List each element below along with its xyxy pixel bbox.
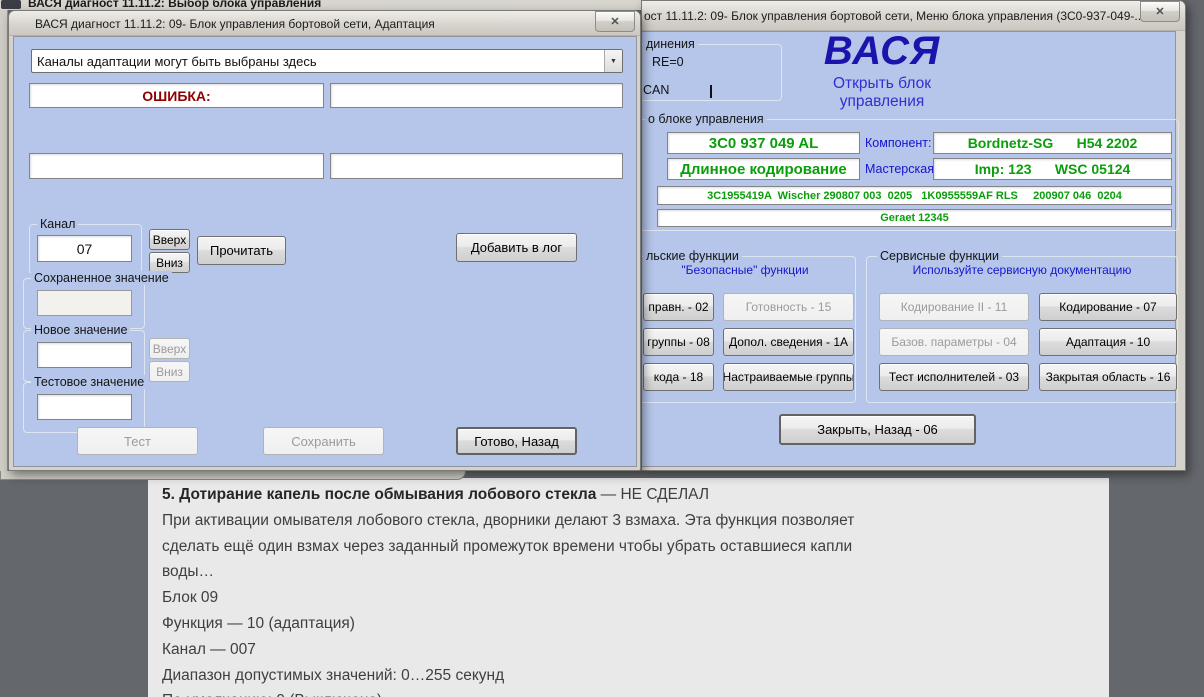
close-icon[interactable]: ✕ — [595, 11, 635, 32]
close-icon[interactable]: ✕ — [1140, 1, 1180, 22]
error-label-field: ОШИБКА: — [29, 83, 324, 108]
close-back-button[interactable]: Закрыть, Назад - 06 — [779, 414, 976, 445]
button-supported-codes-18[interactable]: кода - 18 — [643, 363, 714, 391]
open-controller-line2: управления — [787, 93, 977, 111]
channel-name-field — [29, 153, 324, 179]
extra-info-value-1: 3C1955419A Wischer 290807 003 0205 1K095… — [707, 190, 1122, 202]
button-advanced-id-1a[interactable]: Допол. сведения - 1А — [723, 328, 854, 356]
button-custom-groups[interactable]: Настраиваемые группы — [723, 363, 854, 391]
error-label: ОШИБКА: — [142, 88, 210, 104]
user-functions-group-label: льские функции — [643, 249, 742, 263]
button-coding-07[interactable]: Кодирование - 07 — [1039, 293, 1177, 321]
adaptation-channel-dropdown-value: Каналы адаптации могут быть выбраны здес… — [32, 54, 604, 69]
background-window-top-strip: ВАСЯ диагност 11.11.2: Выбор блока управ… — [0, 0, 649, 10]
document-text: 5. Дотирание капель после обмывания лобо… — [148, 478, 1109, 697]
module-menu-window: ост 11.11.2: 09- Блок управления бортово… — [641, 0, 1186, 471]
document-page: 5. Дотирание капель после обмывания лобо… — [148, 478, 1109, 697]
add-to-log-button[interactable]: Добавить в лог — [456, 233, 577, 262]
test-button: Тест — [77, 427, 198, 455]
button-meas-groups-08[interactable]: группы - 08 — [643, 328, 714, 356]
button-output-tests-03[interactable]: Тест исполнителей - 03 — [879, 363, 1029, 391]
vasya-app-icon — [1, 0, 21, 9]
cursor-bar — [710, 85, 712, 98]
new-value-group-label: Новое значение — [31, 323, 130, 337]
channel-extra-field — [330, 153, 623, 179]
module-menu-title: ост 11.11.2: 09- Блок управления бортово… — [644, 9, 1144, 23]
button-basic-settings-04: Базов. параметры - 04 — [879, 328, 1029, 356]
part-number-value: 3C0 937 049 AL — [709, 135, 819, 152]
test-value-group-label: Тестовое значение — [31, 375, 147, 389]
read-button[interactable]: Прочитать — [197, 236, 286, 265]
module-menu-titlebar[interactable]: ост 11.11.2: 09- Блок управления бортово… — [642, 1, 1185, 31]
button-security-access-16[interactable]: Закрытая область - 16 — [1039, 363, 1177, 391]
user-functions-subtitle: "Безопасные" функции — [641, 263, 855, 277]
error-value-field — [330, 83, 623, 108]
connection-bus-text: CAN — [643, 83, 669, 97]
open-controller-caption: Открыть блок управления — [787, 75, 977, 111]
workshop-field: Imp: 123 WSC 05124 — [933, 158, 1172, 180]
test-value-input[interactable] — [37, 394, 132, 420]
coding-field: Длинное кодирование — [667, 158, 860, 180]
adaptation-title: ВАСЯ диагност 11.11.2: 09- Блок управлен… — [35, 17, 435, 31]
save-button: Сохранить — [263, 427, 384, 455]
channel-down-button[interactable]: Вниз — [149, 252, 190, 273]
part-number-field: 3C0 937 049 AL — [667, 132, 860, 154]
component-value: Bordnetz-SG H54 2202 — [968, 135, 1138, 151]
adaptation-titlebar[interactable]: ВАСЯ диагност 11.11.2: 09- Блок управлен… — [9, 11, 640, 36]
adaptation-channel-dropdown[interactable]: Каналы адаптации могут быть выбраны здес… — [31, 49, 623, 73]
document-line: При активации омывателя лобового стекла,… — [162, 508, 1099, 534]
document-line: Блок 09 — [162, 585, 1099, 611]
service-functions-group-label: Сервисные функции — [877, 249, 1002, 263]
new-value-up-button: Вверх — [149, 338, 190, 359]
controller-info-group-label: о блоке управления — [645, 112, 767, 126]
service-functions-subtitle: Используйте сервисную документацию — [867, 263, 1177, 277]
document-heading-suffix: — НЕ СДЕЛАЛ — [596, 486, 709, 503]
chevron-down-icon[interactable]: ▼ — [604, 50, 622, 72]
channel-group-label: Канал — [37, 217, 78, 231]
connection-status-group: динения RE=0 CAN — [641, 44, 782, 101]
extra-info-field-1: 3C1955419A Wischer 290807 003 0205 1K095… — [657, 186, 1172, 205]
background-window-title: ВАСЯ диагност 11.11.2: Выбор блока управ… — [28, 0, 321, 10]
document-line: воды… — [162, 559, 1099, 585]
channel-value: 07 — [77, 241, 93, 257]
document-line: Канал — 007 — [162, 637, 1099, 663]
channel-up-button[interactable]: Вверх — [149, 229, 190, 250]
button-adaptation-10[interactable]: Адаптация - 10 — [1039, 328, 1177, 356]
document-heading: 5. Дотирание капель после обмывания лобо… — [162, 482, 1099, 508]
button-coding2-11: Кодирование II - 11 — [879, 293, 1029, 321]
background-window-bottom-edge — [0, 471, 466, 480]
adaptation-dialog: ВАСЯ диагност 11.11.2: 09- Блок управлен… — [8, 10, 641, 471]
extra-info-value-2: Geraet 12345 — [880, 212, 949, 224]
channel-input[interactable]: 07 — [37, 235, 132, 262]
open-controller-line1: Открыть блок — [787, 75, 977, 93]
connection-protocol-text: RE=0 — [652, 55, 684, 69]
new-value-down-button: Вниз — [149, 361, 190, 382]
stored-value-group-label: Сохраненное значение — [31, 271, 172, 285]
component-label: Компонент: — [865, 136, 932, 150]
button-fault-codes-02[interactable]: правн. - 02 — [643, 293, 714, 321]
stored-value-input — [37, 290, 132, 316]
new-value-input[interactable] — [37, 342, 132, 368]
extra-info-field-2: Geraet 12345 — [657, 209, 1172, 227]
background-window-left-edge — [0, 10, 8, 471]
document-line: сделать ещё один взмах через заданный пр… — [162, 534, 1099, 560]
done-back-button[interactable]: Готово, Назад — [456, 427, 577, 455]
document-line: По-умолчанию: 0 (Выключено) — [162, 688, 1099, 697]
workshop-value: Imp: 123 WSC 05124 — [975, 161, 1131, 177]
controller-info-group: о блоке управления 3C0 937 049 AL Компон… — [641, 119, 1179, 231]
coding-value: Длинное кодирование — [680, 161, 847, 178]
document-heading-bold: 5. Дотирание капель после обмывания лобо… — [162, 486, 596, 503]
document-line: Функция — 10 (адаптация) — [162, 611, 1099, 637]
button-readiness-15: Готовность - 15 — [723, 293, 854, 321]
workshop-label: Мастерская: — [865, 162, 937, 176]
document-line: Диапазон допустимых значений: 0…255 секу… — [162, 663, 1099, 689]
connection-group-label: динения — [643, 37, 698, 51]
component-field: Bordnetz-SG H54 2202 — [933, 132, 1172, 154]
app-logo: ВАСЯ — [787, 29, 977, 74]
